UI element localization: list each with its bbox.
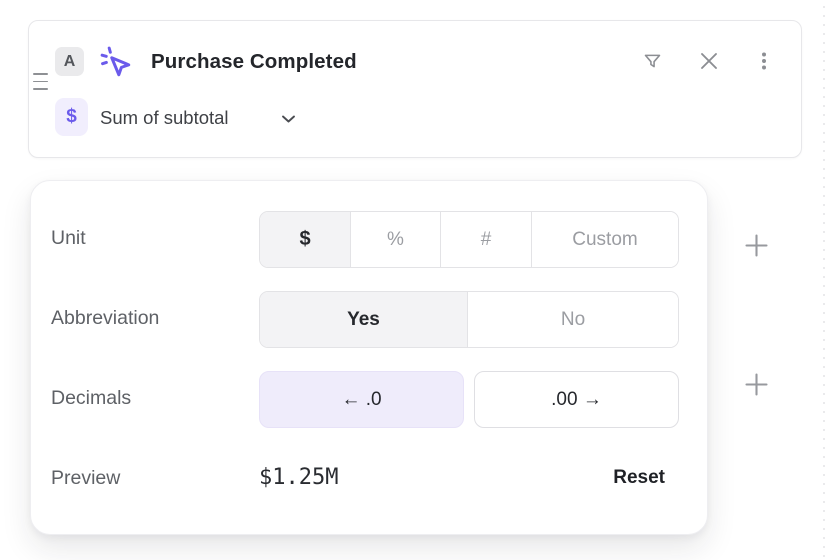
unit-option-dollar[interactable]: $ bbox=[260, 212, 350, 267]
close-icon[interactable] bbox=[697, 49, 721, 73]
unit-option-number[interactable]: # bbox=[440, 212, 531, 267]
click-cursor-icon bbox=[97, 43, 135, 81]
event-card: A Purchase Completed $ Sum of subtotal bbox=[28, 20, 802, 158]
metric-selector[interactable]: Sum of subtotal bbox=[100, 107, 229, 129]
abbreviation-segmented-control: Yes No bbox=[259, 291, 679, 348]
decimals-decrease-button[interactable]: ← .0 bbox=[259, 371, 464, 428]
kebab-menu-icon[interactable] bbox=[752, 49, 776, 73]
drag-handle-icon[interactable] bbox=[33, 73, 51, 90]
unit-option-percent[interactable]: % bbox=[350, 212, 440, 267]
preview-row-label: Preview bbox=[51, 467, 120, 490]
decimals-increase-button[interactable]: .00 → bbox=[474, 371, 679, 428]
reset-button[interactable]: Reset bbox=[613, 467, 665, 489]
abbreviation-option-no[interactable]: No bbox=[467, 292, 678, 347]
chevron-down-icon[interactable] bbox=[280, 111, 296, 127]
add-button-top[interactable] bbox=[740, 229, 772, 261]
abbreviation-row-label: Abbreviation bbox=[51, 307, 159, 330]
unit-option-custom[interactable]: Custom bbox=[531, 212, 678, 267]
decimals-controls: ← .0 .00 → bbox=[259, 371, 679, 428]
event-title: Purchase Completed bbox=[151, 49, 357, 75]
add-button-bottom[interactable] bbox=[740, 368, 772, 400]
unit-row-label: Unit bbox=[51, 227, 86, 250]
number-format-panel: Unit $ % # Custom Abbreviation Yes No De… bbox=[30, 180, 708, 535]
preview-value: $1.25M bbox=[259, 465, 338, 490]
metric-unit-badge: $ bbox=[55, 98, 88, 136]
canvas-dotted-edge bbox=[823, 6, 825, 560]
abbreviation-option-yes[interactable]: Yes bbox=[260, 292, 467, 347]
decimals-row-label: Decimals bbox=[51, 387, 131, 410]
unit-segmented-control: $ % # Custom bbox=[259, 211, 679, 268]
event-group-badge: A bbox=[55, 47, 84, 76]
filter-icon[interactable] bbox=[640, 49, 664, 73]
